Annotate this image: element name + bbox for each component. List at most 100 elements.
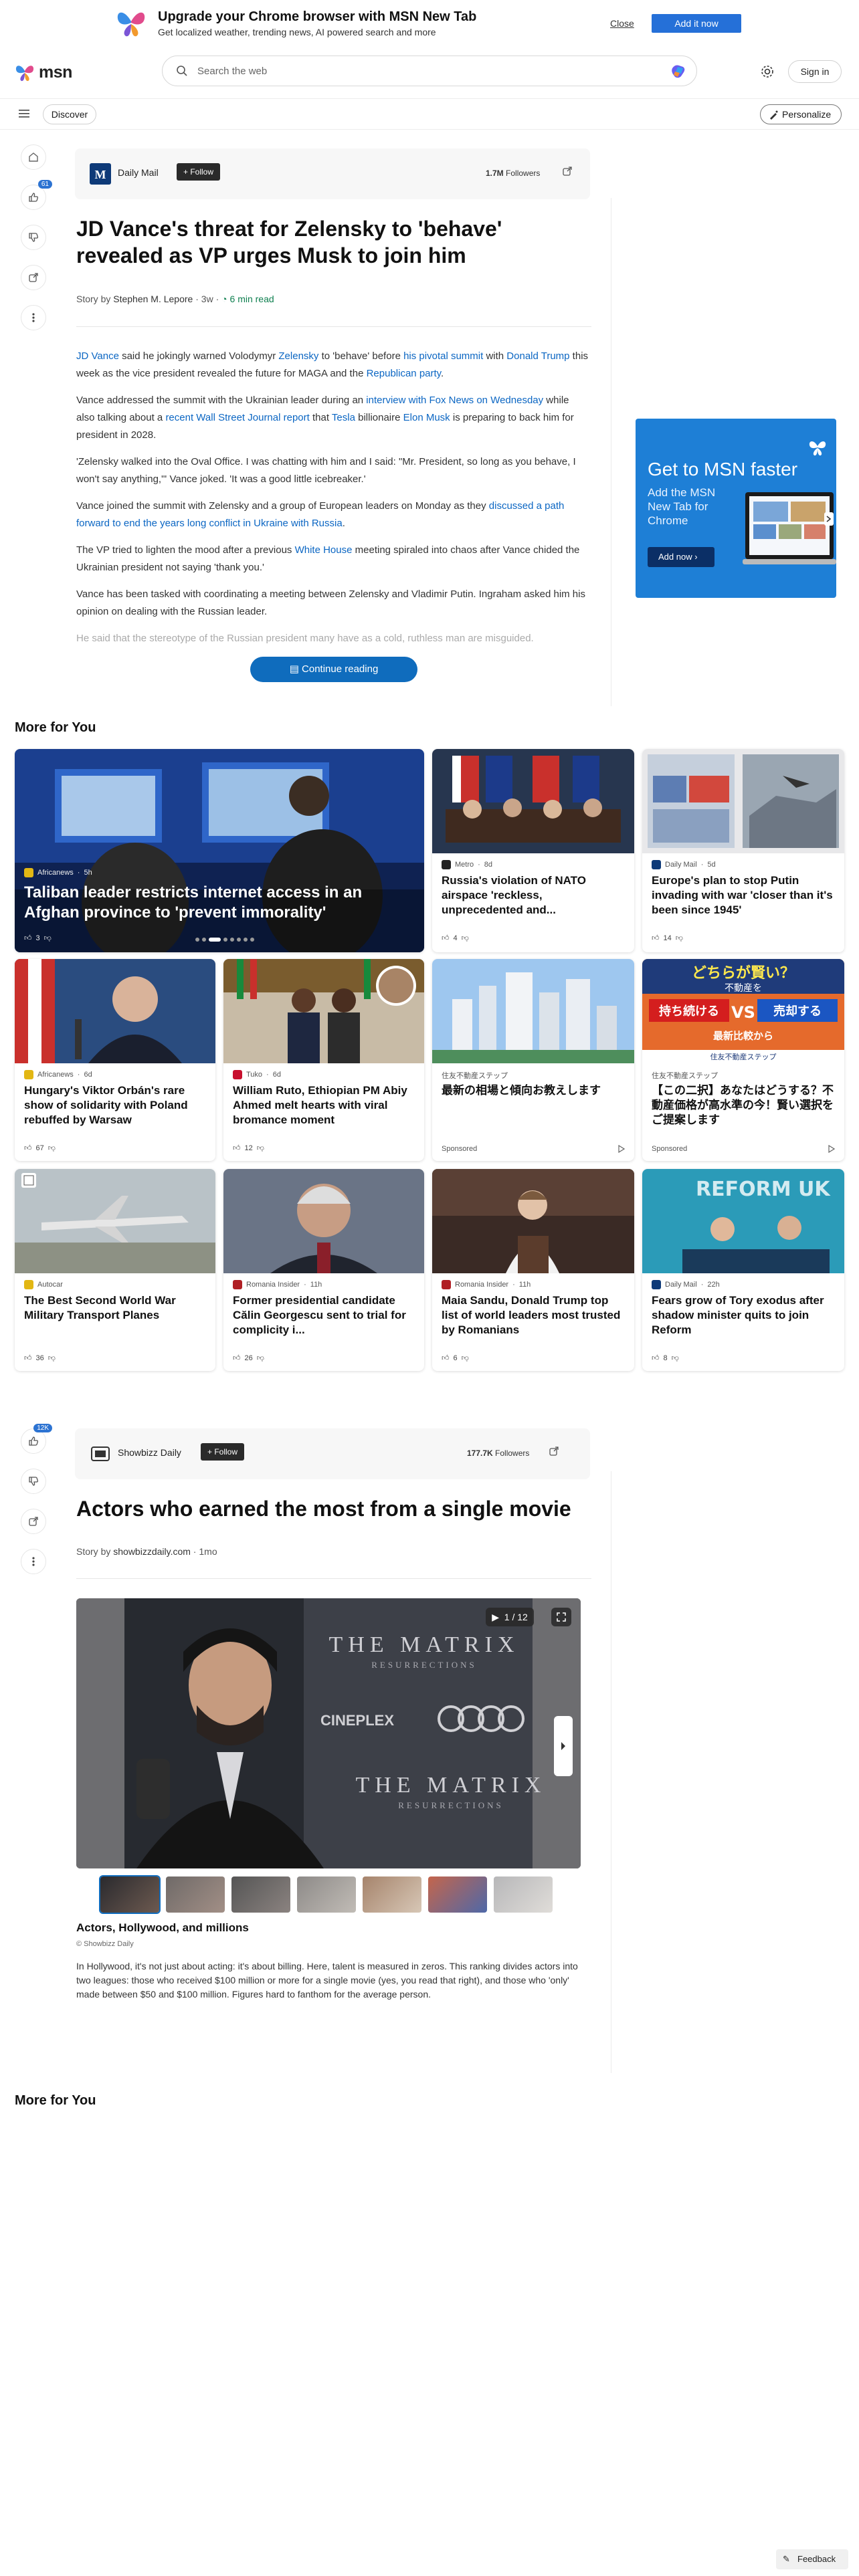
- gallery-thumbnail[interactable]: [428, 1876, 487, 1913]
- svg-text:RESURRECTIONS: RESURRECTIONS: [371, 1660, 476, 1670]
- hamburger-menu-icon[interactable]: [19, 108, 31, 119]
- card-actions[interactable]: 👍︎ 4 👎︎: [442, 934, 469, 943]
- feedback-button[interactable]: ✎ Feedback: [776, 2549, 848, 2569]
- gallery-thumbnail[interactable]: [297, 1876, 356, 1913]
- search-placeholder: Search the web: [197, 66, 268, 77]
- continue-reading-button[interactable]: ▤ Continue reading: [250, 657, 417, 682]
- card-actions[interactable]: 👍︎ 67 👎︎: [24, 1144, 56, 1153]
- like-button[interactable]: 61: [21, 180, 52, 210]
- follow-label: Follow: [190, 167, 214, 177]
- card-actions[interactable]: 👍︎ 36 👎︎: [24, 1354, 56, 1363]
- feed-card[interactable]: Romania Insider · 11h Former presidentia…: [223, 1169, 424, 1371]
- feed-card[interactable]: Daily Mail · 5d Europe's plan to stop Pu…: [642, 749, 844, 952]
- personalize-icon: [769, 110, 779, 120]
- showbizz-daily-logo[interactable]: [90, 1443, 111, 1465]
- inline-link[interactable]: Republican party: [367, 368, 441, 379]
- gallery-thumbnail[interactable]: [363, 1876, 421, 1913]
- feed-card[interactable]: Romania Insider · 11h Maia Sandu, Donald…: [432, 1169, 634, 1371]
- dislike-button[interactable]: [21, 225, 46, 250]
- follow-button[interactable]: + Follow: [177, 163, 221, 181]
- feed-card[interactable]: Africanews · 6d Hungary's Viktor Orbán's…: [15, 959, 215, 1161]
- promo-close-link[interactable]: Close: [610, 18, 634, 29]
- card-actions[interactable]: 👍︎ 6 👎︎: [442, 1354, 469, 1363]
- discover-tab[interactable]: Discover: [43, 104, 96, 124]
- author-name[interactable]: showbizzdaily.com: [113, 1546, 191, 1557]
- inline-link[interactable]: recent Wall Street Journal report: [165, 412, 309, 423]
- msn-logo-text: msn: [39, 62, 72, 82]
- author-name[interactable]: Stephen M. Lepore: [113, 294, 193, 304]
- gallery-thumbnail[interactable]: [231, 1876, 290, 1913]
- gallery-thumbnail[interactable]: [494, 1876, 553, 1913]
- ad-add-button[interactable]: Add now ›: [648, 547, 714, 567]
- daily-mail-logo[interactable]: M: [90, 163, 111, 185]
- copilot-icon[interactable]: [670, 63, 687, 80]
- personalize-label: Personalize: [782, 109, 832, 120]
- card-title: 【この二択】あなたはどうする？不動産価格が高水準の今！賢い選択をご提案します: [652, 1084, 834, 1126]
- ad-choices-icon[interactable]: [618, 1145, 625, 1153]
- inline-link[interactable]: Donald Trump: [506, 350, 569, 362]
- like-button[interactable]: 12K: [21, 1424, 52, 1454]
- card-title: Maia Sandu, Donald Trump top list of wor…: [442, 1294, 621, 1336]
- ad-headline: Get to MSN faster: [648, 459, 798, 479]
- card-actions[interactable]: 👍︎ 8 👎︎: [652, 1354, 679, 1363]
- card-actions[interactable]: 👍︎ 14 👎︎: [652, 934, 683, 943]
- thumbs-up-icon: 👍︎: [442, 934, 450, 942]
- expand-icon[interactable]: [551, 1608, 571, 1626]
- publisher-name[interactable]: Daily Mail: [118, 167, 159, 178]
- card-actions[interactable]: 👍︎ 12 👎︎: [233, 1144, 264, 1153]
- article-action-rail: 61: [20, 144, 52, 330]
- thumbs-down-icon: [29, 1477, 38, 1486]
- publisher-name[interactable]: Showbizz Daily: [118, 1447, 181, 1458]
- thumbs-up-icon: 👍︎: [233, 1354, 241, 1362]
- sponsored-card[interactable]: どちらが賢い？ 不動産を 持ち続ける VS 売却する 最新比較から 住友不動産ス…: [642, 959, 844, 1161]
- inline-link[interactable]: Tesla: [332, 412, 355, 423]
- inline-link[interactable]: White House: [295, 544, 353, 556]
- search-icon: [176, 65, 188, 77]
- share-button[interactable]: [21, 265, 46, 290]
- feed-card[interactable]: Metro · 8d Russia's violation of NATO ai…: [432, 749, 634, 952]
- feed-card[interactable]: Tuko · 6d William Ruto, Ethiopian PM Abi…: [223, 959, 424, 1161]
- sign-in-button[interactable]: Sign in: [788, 60, 842, 83]
- more-options-button[interactable]: [21, 1549, 46, 1574]
- share-icon[interactable]: [549, 1446, 559, 1457]
- svg-text:RESURRECTIONS: RESURRECTIONS: [398, 1800, 503, 1810]
- image-gallery[interactable]: THE MATRIX RESURRECTIONS CINEPLEX THE MA…: [76, 1598, 581, 1868]
- promo-add-button[interactable]: Add it now: [652, 14, 741, 33]
- thumbs-down-icon: 👎︎: [43, 934, 52, 942]
- personalize-button[interactable]: Personalize: [760, 104, 842, 124]
- inline-link[interactable]: Zelensky: [278, 350, 318, 362]
- feed-card[interactable]: REFORM UK Daily Mail · 22h Fears grow of…: [642, 1169, 844, 1371]
- share-icon[interactable]: [562, 166, 573, 177]
- card-title: William Ruto, Ethiopian PM Abiy Ahmed me…: [233, 1084, 407, 1126]
- carousel-dots[interactable]: [195, 938, 254, 942]
- card-title: Former presidential candidate Călin Geor…: [233, 1294, 406, 1336]
- home-icon[interactable]: [21, 144, 46, 170]
- thumbs-down-icon: 👎︎: [461, 1354, 469, 1362]
- inline-link[interactable]: interview with Fox News on Wednesday: [366, 395, 543, 406]
- sponsored-card[interactable]: 住友不動産ステップ 最新の相場と傾向お教えします Sponsored: [432, 959, 634, 1161]
- dislike-button[interactable]: [21, 1469, 46, 1494]
- gallery-next-button[interactable]: [554, 1716, 573, 1776]
- gallery-thumbnail[interactable]: [166, 1876, 225, 1913]
- article-body: JD Vance said he jokingly warned Volodym…: [76, 348, 589, 657]
- msn-chrome-ad[interactable]: Get to MSN faster Add the MSN New Tab fo…: [636, 419, 836, 598]
- inline-link[interactable]: Elon Musk: [403, 412, 450, 423]
- follow-button[interactable]: + Follow: [201, 1443, 245, 1461]
- card-actions[interactable]: 👍︎ 3 👎︎: [24, 934, 52, 943]
- share-button[interactable]: [21, 1509, 46, 1534]
- ad-choices-icon[interactable]: [828, 1145, 835, 1153]
- card-actions[interactable]: 👍︎ 26 👎︎: [233, 1354, 264, 1363]
- search-bar[interactable]: Search the web: [162, 56, 697, 86]
- inline-link[interactable]: JD Vance: [76, 350, 119, 362]
- ad-body: Add the MSN New Tab for Chrome: [648, 486, 716, 527]
- sponsored-label: Sponsored: [442, 1145, 478, 1153]
- msn-logo[interactable]: msn: [15, 62, 72, 83]
- gallery-thumbnail[interactable]: [99, 1875, 161, 1914]
- settings-gear-icon[interactable]: [760, 64, 775, 79]
- more-options-button[interactable]: [21, 305, 46, 330]
- inline-link[interactable]: his pivotal summit: [403, 350, 483, 362]
- svg-text:不動産を: 不動産を: [725, 983, 762, 994]
- feed-card[interactable]: Africanews · 5h Taliban leader restricts…: [15, 749, 424, 952]
- feed-card[interactable]: Autocar The Best Second World War Milita…: [15, 1169, 215, 1371]
- sub-navigation: Discover Personalize: [0, 99, 859, 130]
